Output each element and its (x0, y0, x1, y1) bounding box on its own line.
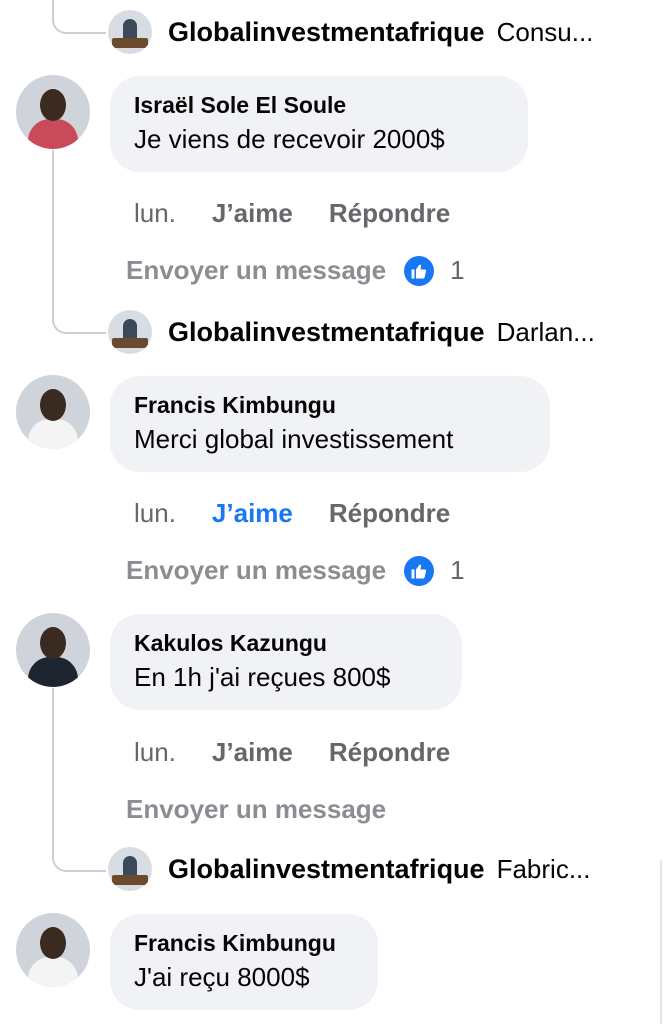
send-message-row: Envoyer un message 1 (126, 255, 465, 286)
send-message-row: Envoyer un message 1 (126, 555, 465, 586)
reply-preview: Darlan... (496, 316, 595, 347)
reply-author[interactable]: Globalinvestmentafrique (168, 854, 485, 885)
comment-actions: lun. J’aime Répondre (134, 498, 450, 529)
send-message-row: Envoyer un message (126, 794, 404, 825)
thread-connector (52, 688, 54, 818)
reply-author[interactable]: Globalinvestmentafrique (168, 317, 485, 348)
collapsed-reply[interactable]: Globalinvestmentafrique Darlan... (108, 308, 595, 356)
collapsed-reply[interactable]: Globalinvestmentafrique Consu... (108, 8, 593, 56)
avatar[interactable] (16, 375, 90, 449)
comment-author[interactable]: Francis Kimbungu (134, 928, 352, 958)
panel-edge (660, 860, 662, 1024)
reply-preview: Fabric... (496, 853, 591, 884)
reply-preview: Consu... (496, 16, 594, 47)
comment-author[interactable]: Francis Kimbungu (134, 390, 524, 420)
comment-author[interactable]: Kakulos Kazungu (134, 628, 436, 658)
thumbs-up-icon[interactable] (404, 555, 435, 586)
like-button[interactable]: J’aime (212, 498, 293, 529)
reaction-count: 1 (450, 255, 465, 285)
like-button[interactable]: J’aime (212, 737, 293, 768)
comment-bubble: Kakulos Kazungu En 1h j'ai reçues 800$ (110, 614, 462, 710)
like-button[interactable]: J’aime (212, 198, 293, 229)
reaction-count: 1 (450, 555, 465, 585)
comment-text: J'ai reçu 8000$ (134, 962, 310, 992)
avatar[interactable] (16, 613, 90, 687)
send-message-button[interactable]: Envoyer un message (126, 555, 386, 586)
thread-connector (52, 280, 106, 334)
reply-button[interactable]: Répondre (329, 198, 450, 229)
avatar (108, 310, 152, 354)
comment-text: Je viens de recevoir 2000$ (134, 124, 445, 154)
send-message-button[interactable]: Envoyer un message (126, 255, 386, 286)
thread-connector (52, 0, 106, 34)
comment-bubble: Francis Kimbungu J'ai reçu 8000$ (110, 914, 378, 1010)
thread-connector (52, 818, 106, 872)
comment-author[interactable]: Israël Sole El Soule (134, 90, 502, 120)
reply-button[interactable]: Répondre (329, 737, 450, 768)
comment-bubble: Israël Sole El Soule Je viens de recevoi… (110, 76, 528, 172)
comment-time[interactable]: lun. (134, 498, 176, 529)
comment-time[interactable]: lun. (134, 737, 176, 768)
comment-text: Merci global investissement (134, 424, 454, 454)
send-message-button[interactable]: Envoyer un message (126, 794, 386, 825)
avatar (108, 847, 152, 891)
collapsed-reply[interactable]: Globalinvestmentafrique Fabric... (108, 845, 591, 893)
thread-connector (52, 150, 54, 280)
avatar[interactable] (16, 913, 90, 987)
comment-bubble: Francis Kimbungu Merci global investisse… (110, 376, 550, 472)
reply-button[interactable]: Répondre (329, 498, 450, 529)
comment-text: En 1h j'ai reçues 800$ (134, 662, 391, 692)
avatar[interactable] (16, 75, 90, 149)
comment-actions: lun. J’aime Répondre (134, 198, 450, 229)
reply-author[interactable]: Globalinvestmentafrique (168, 17, 485, 48)
comment-time[interactable]: lun. (134, 198, 176, 229)
thumbs-up-icon[interactable] (404, 255, 435, 286)
comment-actions: lun. J’aime Répondre (134, 737, 450, 768)
avatar (108, 10, 152, 54)
